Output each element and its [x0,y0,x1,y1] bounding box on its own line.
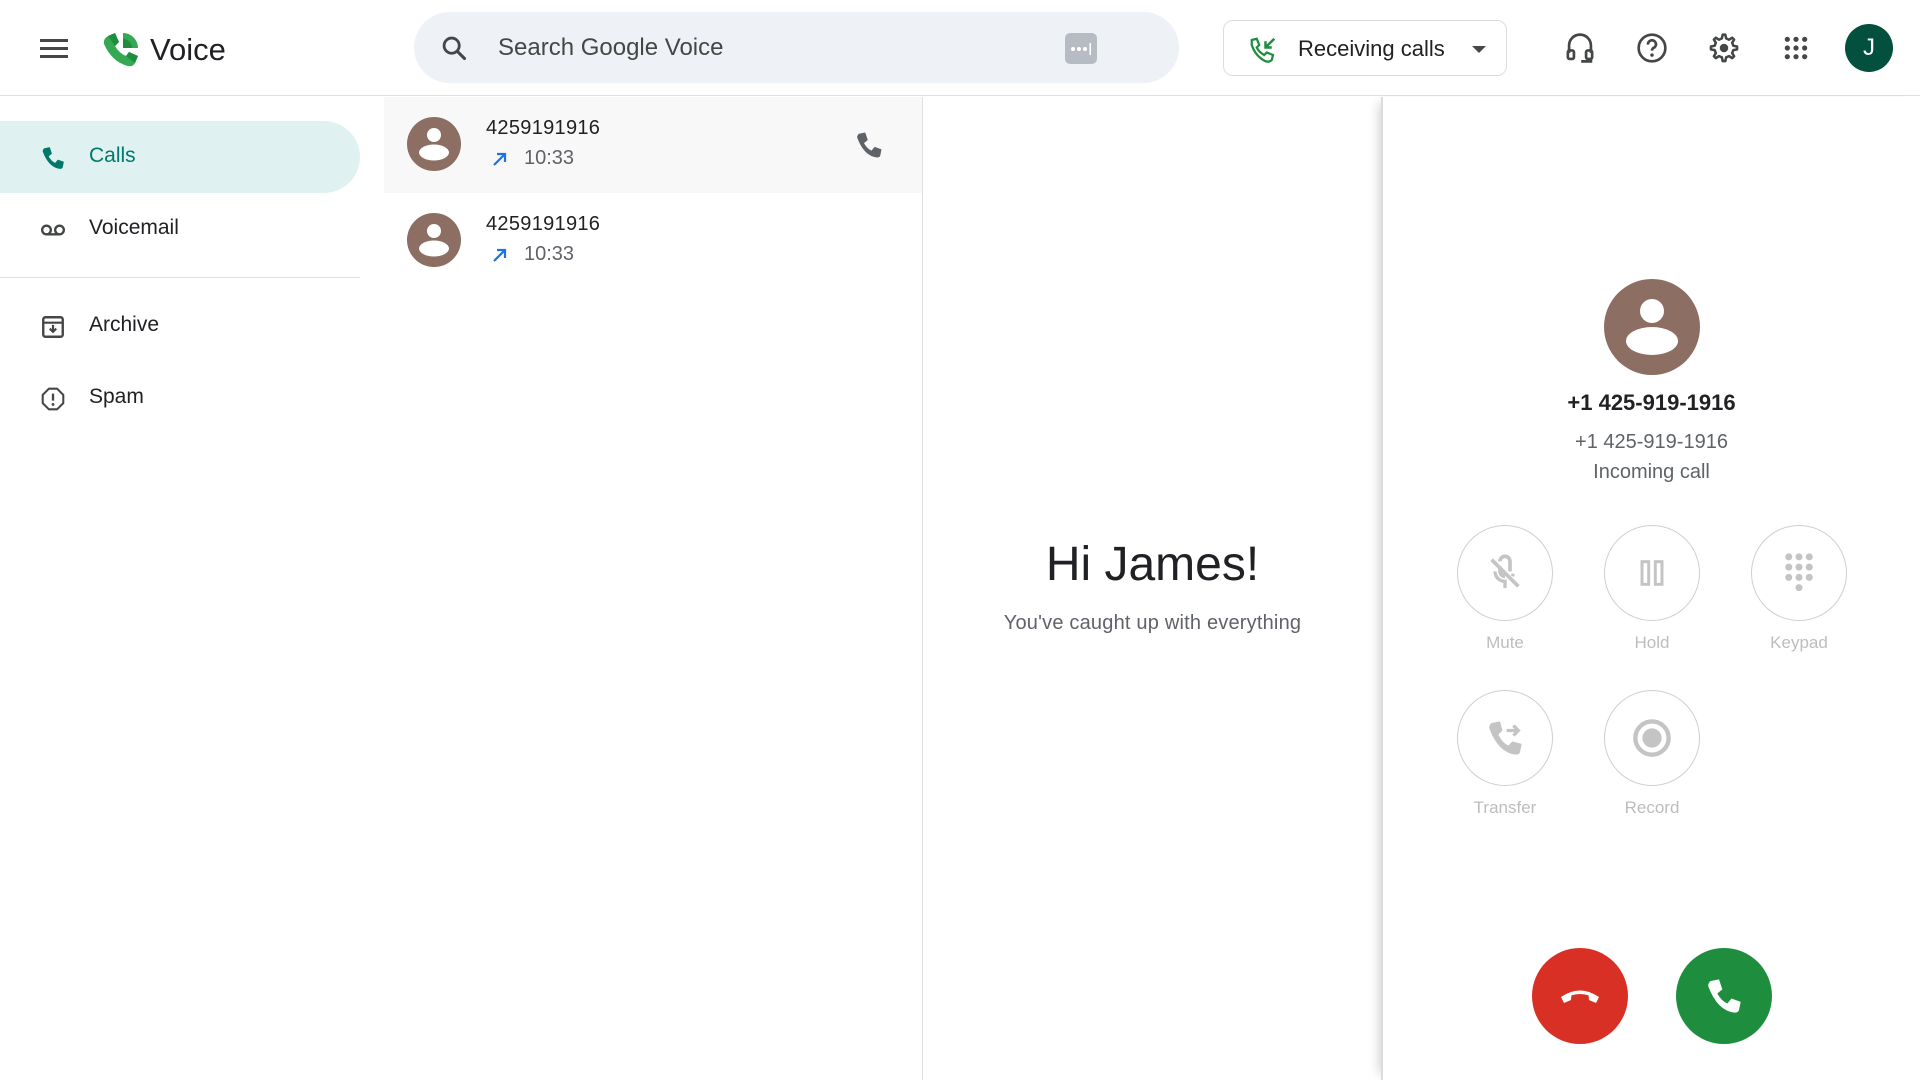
receiving-calls-dropdown[interactable]: Receiving calls [1223,20,1507,76]
archive-icon [42,316,64,338]
record-icon [1633,719,1671,757]
outgoing-call-arrow-icon [493,248,507,262]
phone-icon [42,147,64,169]
sidebar-item-spam[interactable]: Spam [0,362,360,434]
mic-off-icon [1490,554,1520,588]
chevron-down-icon [1472,46,1486,53]
apps-icon [1784,36,1808,60]
keypad-label: Keypad [1770,633,1828,652]
record-button[interactable]: Record [1604,690,1700,818]
call-back-button[interactable] [851,127,887,163]
sidebar-item-calls[interactable]: Calls [0,121,360,193]
incoming-call-panel: +1 425-919-1916 +1 425-919-1916 Incoming… [1381,97,1920,1080]
headset-icon [1566,33,1594,63]
record-label: Record [1624,798,1680,817]
dialpad-icon [1071,42,1091,55]
spam-icon [41,387,65,411]
incoming-call-icon [1250,37,1276,63]
call-meta: 10:33 [490,147,574,170]
contact-avatar-icon [407,117,461,171]
account-avatar[interactable]: J [1845,24,1893,72]
sidebar-item-label: Calls [89,144,136,167]
call-status: Incoming call [1593,461,1710,483]
mute-label: Mute [1486,633,1524,652]
hold-button[interactable]: Hold [1604,525,1700,653]
hang-up-icon [1561,990,1599,1003]
voicemail-icon [40,224,66,236]
phone-icon [857,132,882,158]
greeting-subtitle: You've caught up with everything [1003,612,1302,634]
search-dialpad-button[interactable] [1065,33,1097,64]
sidebar-item-archive[interactable]: Archive [0,290,360,362]
answer-call-button[interactable] [1676,948,1772,1044]
greeting-heading: Hi James! [1045,538,1260,591]
empty-state-pane: Hi James! You've caught up with everythi… [924,97,1381,1080]
menu-icon [40,39,68,58]
google-apps-button[interactable] [1772,24,1820,72]
search-icon [442,36,467,61]
hold-button-circle[interactable] [1604,525,1700,621]
keypad-button[interactable]: Keypad [1751,525,1847,653]
call-meta: 10:33 [490,243,574,266]
decline-call-button[interactable] [1532,948,1628,1044]
outgoing-call-arrow-icon [493,152,507,166]
record-button-circle[interactable] [1604,690,1700,786]
settings-icon [1709,33,1739,63]
call-number: 4259191916 [486,213,601,235]
pause-icon [1640,560,1664,586]
mute-button[interactable]: Mute [1457,525,1553,653]
caller-name: +1 425-919-1916 [1567,390,1736,415]
phone-forward-icon [1489,721,1522,755]
help-button[interactable] [1628,24,1676,72]
sidebar-item-voicemail[interactable]: Voicemail [0,193,360,265]
app-title: Voice [150,32,226,67]
phone-icon [1708,979,1741,1013]
caller-avatar-icon [1604,279,1700,375]
call-list-item[interactable]: 4259191916 10:33 [384,193,922,289]
help-icon [1637,33,1667,63]
call-time: 10:33 [524,243,575,265]
search-input[interactable] [498,28,1058,68]
hold-label: Hold [1634,633,1670,652]
main-menu-button[interactable] [30,24,78,72]
transfer-button[interactable]: Transfer [1457,690,1553,818]
call-list-item[interactable]: 4259191916 10:33 [384,97,922,193]
headset-button[interactable] [1556,24,1604,72]
dialpad-icon [1785,553,1813,592]
mute-button-circle[interactable] [1457,525,1553,621]
search-bar[interactable] [414,12,1179,83]
sidebar-item-label: Archive [89,313,160,336]
call-history-list: 4259191916 10:33 4259191916 10:33 [384,97,923,1080]
call-number: 4259191916 [486,117,601,139]
receiving-calls-label: Receiving calls [1298,36,1445,61]
sidebar-item-label: Voicemail [89,216,179,239]
sidebar-divider [0,277,360,278]
top-app-bar: Voice Receiving calls J [0,0,1920,96]
sidebar-item-label: Spam [89,385,144,408]
settings-button[interactable] [1700,24,1748,72]
transfer-button-circle[interactable] [1457,690,1553,786]
contact-avatar-icon [407,213,461,267]
voice-logo [103,33,138,67]
caller-number: +1 425-919-1916 [1575,431,1728,453]
sidebar-nav: Calls Voicemail Archive Spam [0,97,384,1080]
keypad-button-circle[interactable] [1751,525,1847,621]
call-time: 10:33 [524,147,575,169]
transfer-label: Transfer [1473,798,1537,817]
